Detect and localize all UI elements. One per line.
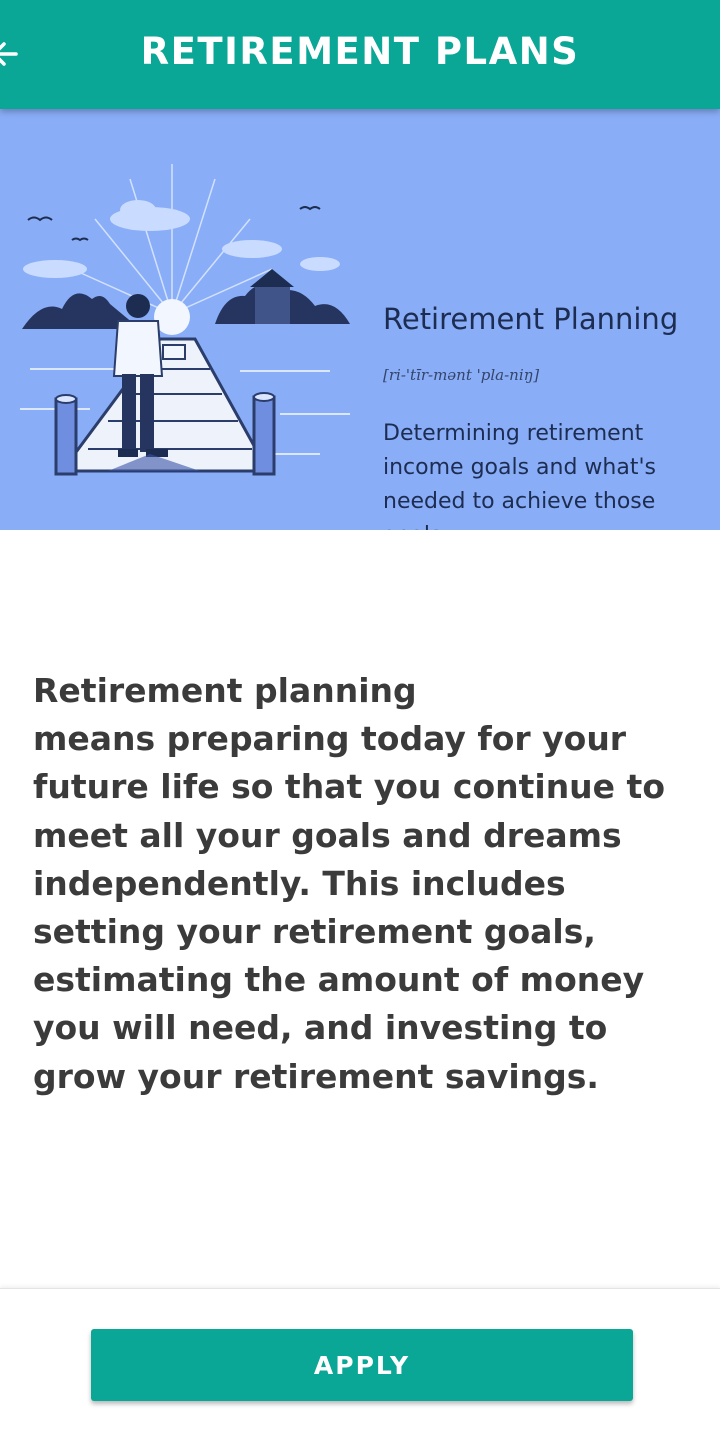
bottom-bar: APPLY xyxy=(0,1288,720,1431)
app-bar: RETIREMENT PLANS xyxy=(0,0,720,109)
page-title: RETIREMENT PLANS xyxy=(140,30,580,73)
plan-description: Retirement planning means preparing toda… xyxy=(33,671,665,1096)
apply-button[interactable]: APPLY xyxy=(91,1329,633,1401)
hero-phonetic: [ri-'tīr-mənt 'pla-niŋ] xyxy=(383,366,540,384)
hero-heading: Retirement Planning xyxy=(383,302,679,336)
hero-image: Retirement Planning [ri-'tīr-mənt 'pla-n… xyxy=(0,109,720,530)
hero-definition: Determining retirement income goals and … xyxy=(383,421,656,530)
